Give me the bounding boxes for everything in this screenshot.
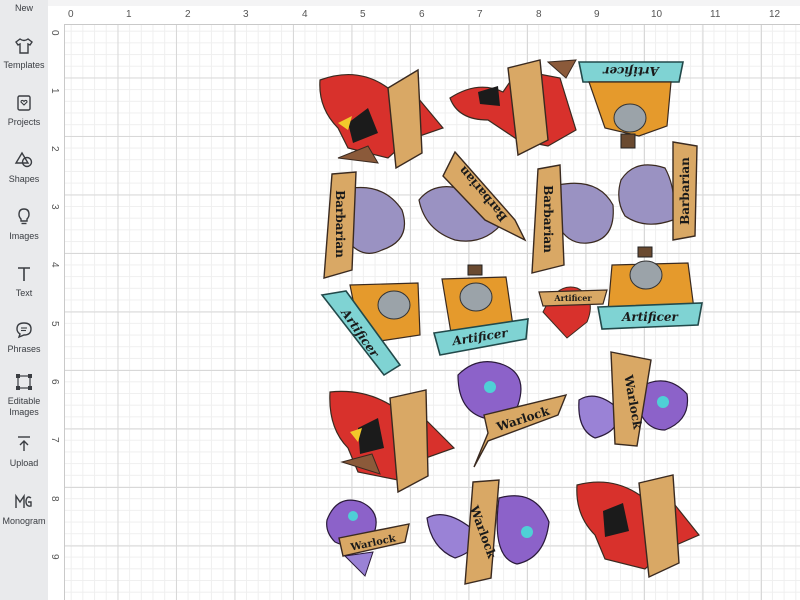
small-banner-text: Artificer: [553, 293, 592, 303]
ruler-tick: 8: [49, 496, 60, 502]
sidebar-item-label: Projects: [7, 117, 41, 127]
sidebar-item-text[interactable]: Text: [0, 264, 48, 299]
sidebar-item-shapes[interactable]: Shapes: [0, 150, 48, 185]
ruler-tick: 0: [68, 9, 74, 20]
ruler-tick: 3: [243, 9, 249, 20]
new-button[interactable]: New: [0, 3, 48, 13]
sidebar-item-label: Images: [9, 231, 39, 241]
ruler-tick: 12: [769, 9, 781, 20]
sidebar-item-editable-images[interactable]: Editable Images: [0, 372, 48, 418]
ruler-tick: 5: [360, 9, 366, 20]
warlock-sticker[interactable]: Warlock: [325, 492, 411, 583]
barbarian-sticker[interactable]: Barbarian: [615, 140, 700, 247]
sidebar-item-monogram[interactable]: Monogram: [0, 492, 48, 527]
sidebar-item-upload[interactable]: Upload: [0, 434, 48, 469]
speech-bubble-icon: [16, 322, 32, 339]
ruler-tick: 6: [49, 379, 60, 385]
sidebar-item-images[interactable]: Images: [0, 207, 48, 242]
sidebar-item-templates[interactable]: Templates: [0, 36, 48, 71]
warlock-sticker[interactable]: Warlock: [425, 478, 553, 591]
ruler-tick: 6: [419, 9, 425, 20]
sidebar-item-label: Monogram: [2, 516, 46, 526]
projects-icon: [17, 95, 31, 111]
text-icon: [18, 267, 30, 281]
ruler-tick: 4: [49, 262, 60, 268]
ruler-tick: 7: [477, 9, 483, 20]
ruler-tick: 5: [49, 321, 60, 327]
ruler-tick: 9: [49, 554, 60, 560]
ruler-tick: 1: [126, 9, 132, 20]
artificer-sticker[interactable]: Artificer: [320, 265, 425, 380]
barbarian-banner-text: Barbarian: [541, 185, 555, 253]
ruler-tick: 2: [49, 146, 60, 152]
sidebar-item-label: Upload: [9, 458, 39, 468]
ruler-tick: 4: [302, 9, 308, 20]
cardinal-sticker[interactable]: [575, 474, 703, 585]
sidebar-item-label: Shapes: [8, 174, 40, 184]
ruler-tick: 9: [594, 9, 600, 20]
artificer-sticker[interactable]: Artificer: [432, 263, 532, 368]
ruler-tick: 8: [536, 9, 542, 20]
upload-icon: [18, 436, 30, 451]
warlock-sticker[interactable]: Warlock: [575, 350, 695, 455]
ruler-tick: 2: [185, 9, 191, 20]
barbarian-banner-text: Barbarian: [333, 190, 347, 258]
barbarian-banner-text: Barbarian: [678, 157, 692, 225]
lightbulb-icon: [18, 208, 30, 225]
ruler-tick: 11: [710, 9, 721, 20]
sidebar-item-label: Editable Images: [7, 396, 41, 417]
horizontal-ruler: 0 1 2 3 4 5 6 7 8 9 10 11 12: [48, 6, 800, 25]
ruler-tick: 10: [651, 9, 663, 20]
sidebar-item-label: Phrases: [7, 344, 41, 354]
editable-image-icon: [16, 374, 32, 390]
shapes-icon: [14, 151, 33, 168]
artificer-banner-text: Artificer: [621, 310, 679, 324]
ruler-tick: 0: [49, 30, 60, 36]
monogram-icon: [15, 493, 32, 508]
sidebar-item-projects[interactable]: Projects: [0, 93, 48, 128]
ruler-tick: 1: [49, 88, 60, 94]
vertical-ruler: 0 1 2 3 4 5 6 7 8 9: [48, 24, 65, 600]
sidebar-item-phrases[interactable]: Phrases: [0, 320, 48, 355]
warlock-sticker[interactable]: Warlock: [448, 355, 570, 472]
artificer-sticker[interactable]: Artificer: [597, 245, 703, 340]
barbarian-sticker[interactable]: Barbarian: [415, 150, 530, 261]
tshirt-icon: [15, 38, 33, 54]
sidebar-item-label: Text: [15, 288, 33, 298]
ruler-tick: 3: [49, 204, 60, 210]
left-toolbar: New Templates Projects Shapes Images Tex…: [0, 0, 49, 600]
artificer-banner-text: Artificer: [601, 64, 659, 78]
sidebar-item-label: Templates: [3, 60, 45, 70]
ruler-tick: 7: [49, 437, 60, 443]
